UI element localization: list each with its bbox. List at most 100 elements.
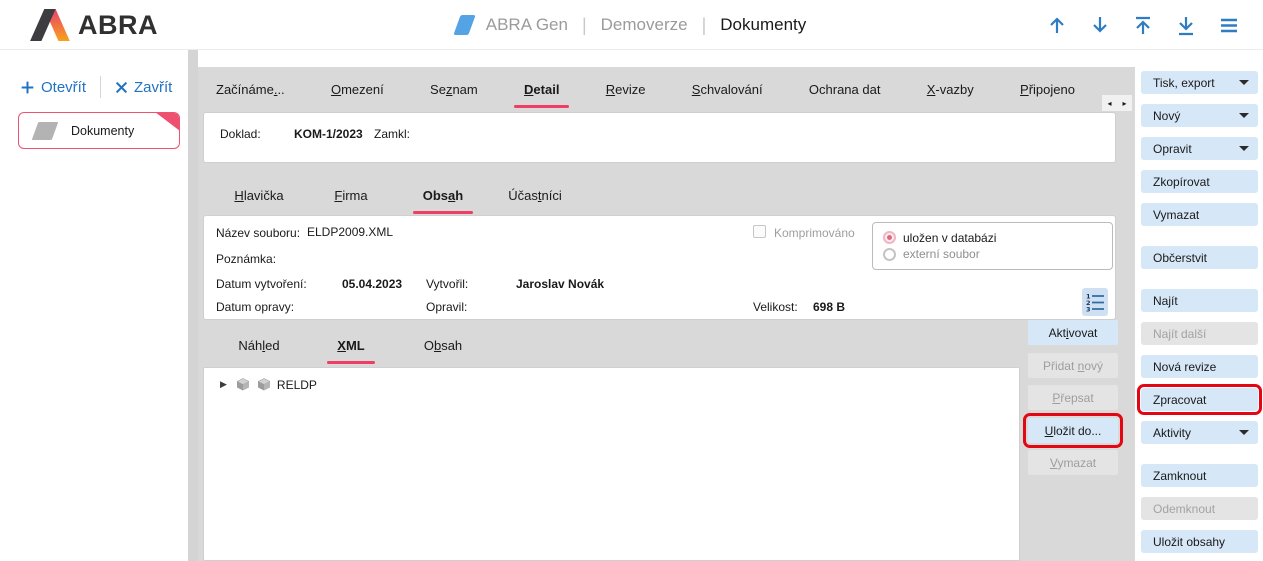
tab-label: Seznam [428, 78, 480, 101]
aktivovat-button[interactable]: Aktivovat [1028, 320, 1118, 345]
tab-x-vazby[interactable]: X-vazby [925, 78, 976, 101]
najit-button[interactable]: Najít [1141, 289, 1258, 312]
created-by-value: Jaroslav Novák [516, 277, 604, 291]
xml-node-icon [256, 377, 272, 392]
filename-label: Název souboru: [216, 226, 300, 240]
main-area: Začínáme... Omezení Seznam Detail Revize Schv… [198, 67, 1135, 561]
header-toolbar [1045, 13, 1241, 37]
radio-icon [883, 248, 896, 261]
tab-label: Obsah [422, 334, 464, 357]
sidebar-item-dokumenty[interactable]: Dokumenty [18, 112, 180, 149]
novy-button[interactable]: Nový [1141, 104, 1258, 127]
aktivity-button[interactable]: Aktivity [1141, 421, 1258, 444]
vymazat-button[interactable]: Vymazat [1141, 203, 1258, 226]
close-button[interactable]: Zavřít [115, 79, 172, 96]
najit-dalsi-button[interactable]: Najít další [1141, 322, 1258, 345]
breadcrumb-separator: | [702, 15, 707, 36]
tab-seznam[interactable]: Seznam [428, 78, 480, 101]
created-label: Datum vytvoření: [216, 277, 307, 291]
modified-by-label: Opravil: [426, 300, 467, 314]
tab-label: Připojeno [1018, 78, 1077, 101]
expand-icon[interactable]: ▶ [220, 379, 227, 390]
doklad-number: KOM-1/2023 [294, 127, 374, 141]
tab-label: Omezení [329, 78, 386, 101]
ulozit-do-button[interactable]: Uložit do... [1028, 418, 1118, 443]
tab-label: X-vazby [925, 78, 976, 101]
tab-obsah[interactable]: Obsah [397, 334, 489, 357]
document-header-panel: Doklad: KOM-1/2023 Zamkl: [203, 112, 1116, 163]
tab-zaciname[interactable]: Začínáme... [214, 78, 287, 101]
sidebar-splitter[interactable] [188, 50, 198, 561]
opravit-button[interactable]: Opravit [1141, 137, 1258, 160]
pridat-novy-button[interactable]: Přidat nový [1028, 353, 1118, 378]
tab-pripojeno[interactable]: Připojeno [1018, 78, 1077, 101]
breadcrumb-separator: | [582, 15, 587, 36]
dropdown-caret-icon [1239, 430, 1249, 435]
doklad-label: Doklad: [220, 127, 294, 141]
open-button[interactable]: Otevřít [20, 79, 86, 96]
open-label: Otevřít [41, 79, 86, 96]
zkopirovat-button[interactable]: Zkopírovat [1141, 170, 1258, 193]
tisk-export-button[interactable]: Tisk, export [1141, 71, 1258, 94]
tab-ucastnici[interactable]: Účastníci [489, 184, 581, 207]
tab-detail[interactable]: Detail [522, 78, 561, 101]
preview-tab-bar: Náhled XML Obsah [203, 323, 489, 367]
breadcrumb-env: Demoverze [601, 15, 688, 35]
tab-revize[interactable]: Revize [604, 78, 648, 101]
top-header: ABRA ABRA Gen | Demoverze | Dokumenty [0, 0, 1263, 50]
xml-tree-panel: ▶ RELDP [203, 367, 1020, 561]
nova-revize-button[interactable]: Nová revize [1141, 355, 1258, 378]
numbered-list-icon[interactable]: 1 2 3 [1082, 288, 1108, 316]
tab-label: Revize [604, 78, 648, 101]
tab-xml[interactable]: XML [305, 334, 397, 357]
compressed-checkbox[interactable] [753, 225, 766, 238]
arrow-down-icon[interactable] [1088, 13, 1112, 37]
svg-text:3: 3 [1086, 306, 1091, 313]
radio-label: externí soubor [903, 247, 980, 261]
sidebar-item-label: Dokumenty [71, 124, 134, 138]
sidebar-actions: Otevřít Zavřít [20, 76, 172, 98]
tab-omezeni[interactable]: Omezení [329, 78, 386, 101]
arrow-up-icon[interactable] [1045, 13, 1069, 37]
tab-hlavicka[interactable]: Hlavička [213, 184, 305, 207]
radio-externi-soubor[interactable]: externí soubor [883, 247, 1102, 261]
arrow-to-top-icon[interactable] [1131, 13, 1155, 37]
locked-label: Zamkl: [374, 127, 410, 141]
vymazat-button[interactable]: Vymazat [1028, 450, 1118, 475]
ulozit-obsahy-button[interactable]: Uložit obsahy [1141, 530, 1258, 553]
breadcrumb-module: Dokumenty [720, 15, 806, 35]
main-tab-bar: Začínáme... Omezení Seznam Detail Revize Schv… [198, 67, 1103, 111]
tab-label: Detail [522, 78, 561, 101]
tree-node-reldp[interactable]: ▶ RELDP [204, 368, 1019, 392]
tab-label: Začínáme... [214, 78, 287, 101]
arrow-to-bottom-icon[interactable] [1174, 13, 1198, 37]
tab-firma[interactable]: Firma [305, 184, 397, 207]
modified-label: Datum opravy: [216, 300, 294, 314]
breadcrumb-app: ABRA Gen [486, 15, 568, 35]
tab-scroll-left-icon[interactable]: ◂ [1102, 95, 1117, 111]
right-action-panel: Tisk, export Nový Opravit Zkopírovat Vymazat… [1135, 50, 1263, 561]
tab-schvalovani[interactable]: Schvalování [690, 78, 765, 101]
tab-nahled[interactable]: Náhled [213, 334, 305, 357]
tab-label: Účastníci [506, 184, 563, 207]
tab-ochrana-dat[interactable]: Ochrana dat [807, 78, 883, 101]
compressed-label: Komprimováno [774, 226, 855, 240]
menu-icon[interactable] [1217, 13, 1241, 37]
close-icon [115, 81, 128, 94]
zamknout-button[interactable]: Zamknout [1141, 464, 1258, 487]
tab-label: Schvalování [690, 78, 765, 101]
radio-ulozen-v-databazi[interactable]: uložen v databázi [883, 231, 1102, 245]
odemknout-button[interactable]: Odemknout [1141, 497, 1258, 520]
tab-obsah[interactable]: Obsah [397, 184, 489, 207]
dropdown-caret-icon [1239, 146, 1249, 151]
left-sidebar: Otevřít Zavřít Dokumenty [0, 50, 188, 561]
plus-icon [20, 80, 35, 95]
detail-tab-bar: HlavičkaFirmaObsah Účastníci [203, 175, 581, 215]
dropdown-caret-icon [1239, 80, 1249, 85]
prepsat-button[interactable]: Přepsat [1028, 385, 1118, 410]
tab-scroll-right-icon[interactable]: ▸ [1117, 95, 1132, 111]
created-by-label: Vytvořil: [426, 277, 468, 291]
obcerstvit-button[interactable]: Občerstvit [1141, 246, 1258, 269]
tab-label: Náhled [236, 334, 281, 357]
zpracovat-button[interactable]: Zpracovat [1141, 388, 1258, 411]
